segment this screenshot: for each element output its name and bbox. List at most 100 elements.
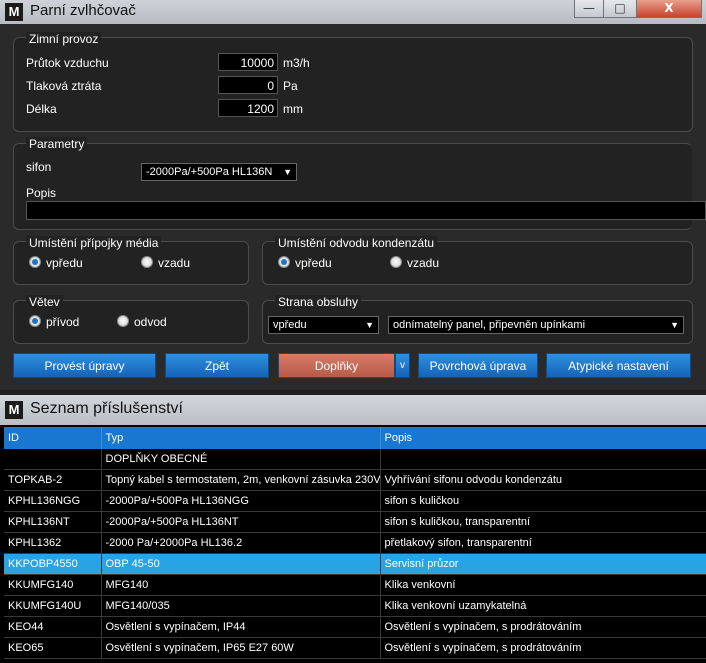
column-header-type[interactable]: Typ xyxy=(101,427,381,449)
table-cell-id: KKUMFG140U xyxy=(4,595,102,617)
table-cell-popis: Klika venkovní uzamykatelná xyxy=(380,595,706,617)
accessories-button[interactable]: Doplňky xyxy=(278,353,395,378)
table-cell-typ: DOPLŇKY OBECNÉ xyxy=(101,449,381,470)
winter-legend: Zimní provoz xyxy=(26,32,102,46)
branch-supply-radio[interactable] xyxy=(29,315,41,327)
table-cell-id xyxy=(4,449,102,470)
branch-supply-label: přívod xyxy=(46,315,80,329)
table-row[interactable]: KKUMFG140U MFG140/035 Klika venkovní uzamy… xyxy=(4,595,706,617)
table-header-row: ID Typ Popis xyxy=(4,427,706,449)
table-cell-popis: sifon s kuličkou, transparentní xyxy=(380,511,706,533)
table-cell-typ: Topný kabel s termostatem, 2m, venkovní … xyxy=(101,469,381,491)
close-button[interactable]: X xyxy=(636,0,702,18)
winter-group xyxy=(13,37,693,132)
table-cell-typ: MFG140/035 xyxy=(101,595,381,617)
table-cell-id: KEO65 xyxy=(4,637,102,659)
table-cell-id: KPHL136NT xyxy=(4,511,102,533)
table-row[interactable]: KPHL136NT -2000Pa/+500Pa HL136NT sifon s k… xyxy=(4,511,706,533)
app-logo-icon: M xyxy=(5,401,23,419)
table-row[interactable]: KEO65 Osvětlení s vypínačem, IP65 E27 60W… xyxy=(4,637,706,659)
window-titlebar[interactable]: M Parní zvlhčovač — □ X xyxy=(0,0,706,24)
table-cell-popis: Klika venkovní xyxy=(380,574,706,596)
table-cell-typ: OBP 45-50 xyxy=(101,553,381,575)
length-label: Délka xyxy=(26,102,57,116)
accessories-dropdown-button[interactable]: v xyxy=(395,353,410,378)
length-unit: mm xyxy=(283,102,303,116)
airflow-input[interactable]: 10000 xyxy=(218,53,278,71)
length-input[interactable]: 1200 xyxy=(218,99,278,117)
condensate-front-radio[interactable] xyxy=(278,256,290,268)
column-header-id[interactable]: ID xyxy=(4,427,102,449)
table-cell-id: KKUMFG140 xyxy=(4,574,102,596)
window-title: Parní zvlhčovač xyxy=(30,2,136,19)
table-row[interactable]: KKUMFG140 MFG140 Klika venkovní xyxy=(4,574,706,596)
condensate-front-label: vpředu xyxy=(295,256,332,270)
table-row[interactable]: KPHL136NGG -2000Pa/+500Pa HL136NGG sifon s… xyxy=(4,490,706,512)
column-header-description[interactable]: Popis xyxy=(380,427,706,449)
surface-treatment-button[interactable]: Povrchová úprava xyxy=(418,353,538,378)
table-cell-id: KPHL1362 xyxy=(4,532,102,554)
media-back-radio[interactable] xyxy=(141,256,153,268)
app-logo-icon: M xyxy=(5,3,23,21)
back-button[interactable]: Zpět xyxy=(165,353,269,378)
service-side-value: vpředu xyxy=(273,319,307,331)
table-cell-popis: Servisní průzor xyxy=(380,553,706,575)
accessories-table: ID Typ Popis DOPLŇKY OBECNÉ TOPKAB-2 Topný… xyxy=(4,427,706,659)
atypical-settings-button[interactable]: Atypické nastavení xyxy=(546,353,691,378)
table-cell-typ: -2000 Pa/+2000Pa HL136.2 xyxy=(101,532,381,554)
branch-exhaust-label: odvod xyxy=(134,315,167,329)
table-cell-id: TOPKAB-2 xyxy=(4,469,102,491)
table-cell-popis: přetlakový sifon, transparentní xyxy=(380,532,706,554)
service-panel-select[interactable]: odnímatelný panel, připevněn upínkami ▼ xyxy=(388,316,684,334)
table-row[interactable]: KEO44 Osvětlení s vypínačem, IP44 Osvětlen… xyxy=(4,616,706,638)
description-input[interactable] xyxy=(26,201,706,220)
chevron-down-icon: ▼ xyxy=(283,167,292,177)
media-back-label: vzadu xyxy=(158,256,191,270)
accessories-title: Seznam příslušenství xyxy=(30,400,183,417)
sifon-select[interactable]: -2000Pa/+500Pa HL136N ▼ xyxy=(141,163,297,181)
media-front-radio[interactable] xyxy=(29,256,41,268)
accessories-window: M Seznam příslušenství ID Typ Popis DOPL… xyxy=(0,395,706,663)
table-row[interactable]: DOPLŇKY OBECNÉ xyxy=(4,449,706,470)
condensate-back-label: vzadu xyxy=(407,256,440,270)
condensate-legend: Umístění odvodu kondenzátu xyxy=(275,236,438,250)
condensate-back-radio[interactable] xyxy=(390,256,402,268)
sifon-select-value: -2000Pa/+500Pa HL136N xyxy=(146,166,273,178)
chevron-down-icon: ▼ xyxy=(670,320,679,330)
table-cell-id: KEO44 xyxy=(4,616,102,638)
table-cell-typ: Osvětlení s vypínačem, IP65 E27 60W xyxy=(101,637,381,659)
table-cell-popis: Osvětlení s vypínačem, s prodrátováním xyxy=(380,616,706,638)
description-label: Popis xyxy=(26,186,57,200)
pressure-drop-label: Tlaková ztráta xyxy=(26,79,102,93)
pressure-drop-input[interactable]: 0 xyxy=(218,76,278,94)
table-cell-typ: -2000Pa/+500Pa HL136NT xyxy=(101,511,381,533)
sifon-label: sifon xyxy=(26,160,52,174)
table-cell-typ: MFG140 xyxy=(101,574,381,596)
table-cell-popis: Osvětlení s vypínačem, s prodrátováním xyxy=(380,637,706,659)
minimize-button[interactable]: — xyxy=(574,0,604,18)
table-cell-typ: Osvětlení s vypínačem, IP44 xyxy=(101,616,381,638)
branch-legend: Větev xyxy=(26,295,63,309)
maximize-button[interactable]: □ xyxy=(603,0,637,18)
apply-changes-button[interactable]: Provést úpravy xyxy=(13,353,156,378)
table-cell-id: KPHL136NGG xyxy=(4,490,102,512)
pressure-drop-unit: Pa xyxy=(283,79,298,93)
table-row[interactable]: TOPKAB-2 Topný kabel s termostatem, 2m, v… xyxy=(4,469,706,491)
accessories-titlebar[interactable]: M Seznam příslušenství xyxy=(0,395,706,425)
airflow-label: Průtok vzduchu xyxy=(26,56,109,70)
chevron-down-icon: ▼ xyxy=(365,320,374,330)
humidifier-window: M Parní zvlhčovač — □ X Zimní provoz Prů… xyxy=(0,0,706,390)
service-side-select[interactable]: vpředu ▼ xyxy=(268,316,379,334)
table-cell-popis: sifon s kuličkou xyxy=(380,490,706,512)
table-row[interactable]: KKPOBP4550 OBP 45-50 Servisní průzor xyxy=(4,553,706,575)
media-front-label: vpředu xyxy=(46,256,83,270)
airflow-unit: m3/h xyxy=(283,56,310,70)
table-cell-id: KKPOBP4550 xyxy=(4,553,102,575)
service-legend: Strana obsluhy xyxy=(275,295,362,309)
table-cell-popis: Vyhřívání sifonu odvodu kondenzátu xyxy=(380,469,706,491)
branch-exhaust-radio[interactable] xyxy=(117,315,129,327)
service-panel-value: odnímatelný panel, připevněn upínkami xyxy=(393,319,586,331)
media-legend: Umístění přípojky média xyxy=(26,236,162,250)
table-cell-typ: -2000Pa/+500Pa HL136NGG xyxy=(101,490,381,512)
table-row[interactable]: KPHL1362 -2000 Pa/+2000Pa HL136.2 přetlako… xyxy=(4,532,706,554)
